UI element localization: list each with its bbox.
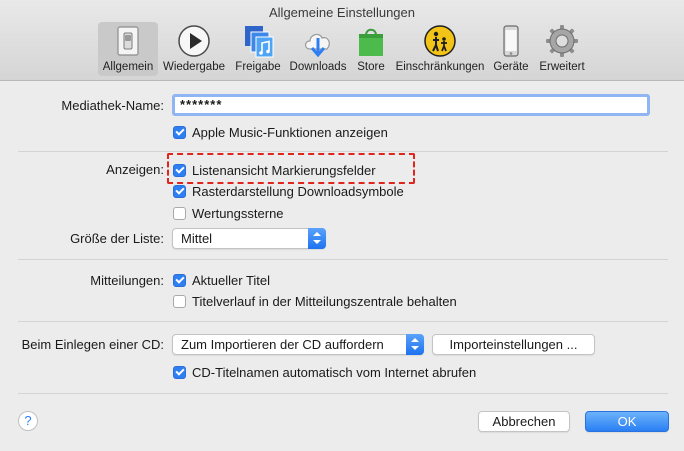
- cd-action-select[interactable]: Zum Importieren der CD auffordern: [172, 334, 424, 355]
- chevron-updown-icon: [308, 228, 326, 249]
- select-value: Zum Importieren der CD auffordern: [181, 337, 384, 352]
- checkbox-icon: [173, 126, 186, 139]
- list-size-label: Größe der Liste:: [70, 231, 164, 246]
- tab-label: Freigabe: [235, 61, 281, 73]
- tab-label: Erweitert: [539, 61, 585, 73]
- tab-store[interactable]: Store: [352, 22, 390, 76]
- cloud-download-icon: [301, 24, 335, 58]
- checkbox-icon: [173, 185, 186, 198]
- play-icon: [177, 24, 211, 58]
- current-title-checkbox[interactable]: Aktueller Titel: [173, 273, 270, 288]
- separator: [18, 321, 668, 322]
- checkbox-label: Titelverlauf in der Mitteilungszentrale …: [192, 294, 457, 309]
- shopping-bag-icon: [354, 24, 388, 58]
- select-value: Mittel: [181, 231, 213, 246]
- checkbox-label: CD-Titelnamen automatisch vom Internet a…: [192, 365, 477, 380]
- checkbox-icon: [173, 366, 186, 379]
- checkbox-label: Apple Music-Funktionen anzeigen: [192, 125, 388, 140]
- tab-wiedergabe[interactable]: Wiedergabe: [160, 22, 228, 76]
- parental-controls-icon: [423, 24, 457, 58]
- apple-music-checkbox[interactable]: Apple Music-Funktionen anzeigen: [173, 125, 388, 140]
- checkbox-icon: [173, 274, 186, 287]
- help-button[interactable]: ?: [18, 411, 38, 431]
- notifications-label: Mitteilungen:: [90, 273, 164, 288]
- ratings-checkbox[interactable]: Wertungssterne: [173, 206, 284, 221]
- tab-freigabe[interactable]: Freigabe: [232, 22, 284, 76]
- iphone-icon: [494, 24, 528, 58]
- library-name-input[interactable]: *******: [172, 94, 650, 116]
- tab-label: Store: [357, 61, 385, 73]
- import-settings-button[interactable]: Importeinstellungen ...: [432, 334, 595, 355]
- switch-icon: [111, 24, 145, 58]
- checkbox-label: Wertungssterne: [192, 206, 284, 221]
- gear-icon: [545, 24, 579, 58]
- checkbox-icon: [173, 207, 186, 220]
- separator: [18, 151, 668, 152]
- grid-downloads-checkbox[interactable]: Rasterdarstellung Downloadsymbole: [173, 184, 404, 199]
- view-label: Anzeigen:: [106, 162, 164, 177]
- separator: [18, 259, 668, 260]
- cd-track-names-checkbox[interactable]: CD-Titelnamen automatisch vom Internet a…: [173, 365, 476, 380]
- tab-label: Downloads: [289, 61, 347, 73]
- window-title: Allgemeine Einstellungen: [269, 5, 415, 20]
- tab-einschraenkungen[interactable]: Einschränkungen: [394, 22, 486, 76]
- tab-geraete[interactable]: Geräte: [490, 22, 532, 76]
- ok-button[interactable]: OK: [585, 411, 669, 432]
- music-library-icon: [241, 24, 275, 58]
- tab-label: Geräte: [493, 61, 529, 73]
- separator: [18, 393, 668, 394]
- tab-label: Allgemein: [102, 61, 154, 73]
- toolbar: Allgemeine Einstellungen Allgemein Wiede…: [0, 0, 684, 81]
- tab-label: Wiedergabe: [162, 61, 225, 73]
- tab-allgemein[interactable]: Allgemein: [98, 22, 158, 76]
- cancel-button[interactable]: Abbrechen: [478, 411, 570, 432]
- cd-insert-label: Beim Einlegen einer CD:: [21, 337, 164, 352]
- checkbox-label: Rasterdarstellung Downloadsymbole: [192, 184, 404, 199]
- tab-erweitert[interactable]: Erweitert: [534, 22, 590, 76]
- title-history-checkbox[interactable]: Titelverlauf in der Mitteilungszentrale …: [173, 294, 457, 309]
- highlight-box: [167, 153, 415, 184]
- checkbox-icon: [173, 295, 186, 308]
- checkbox-label: Aktueller Titel: [192, 273, 271, 288]
- tab-label: Einschränkungen: [395, 61, 485, 73]
- library-name-label: Mediathek-Name:: [61, 98, 164, 113]
- tab-downloads[interactable]: Downloads: [287, 22, 349, 76]
- preferences-window: Allgemeine Einstellungen Allgemein Wiede…: [0, 0, 684, 451]
- chevron-updown-icon: [406, 334, 424, 355]
- list-size-select[interactable]: Mittel: [172, 228, 326, 249]
